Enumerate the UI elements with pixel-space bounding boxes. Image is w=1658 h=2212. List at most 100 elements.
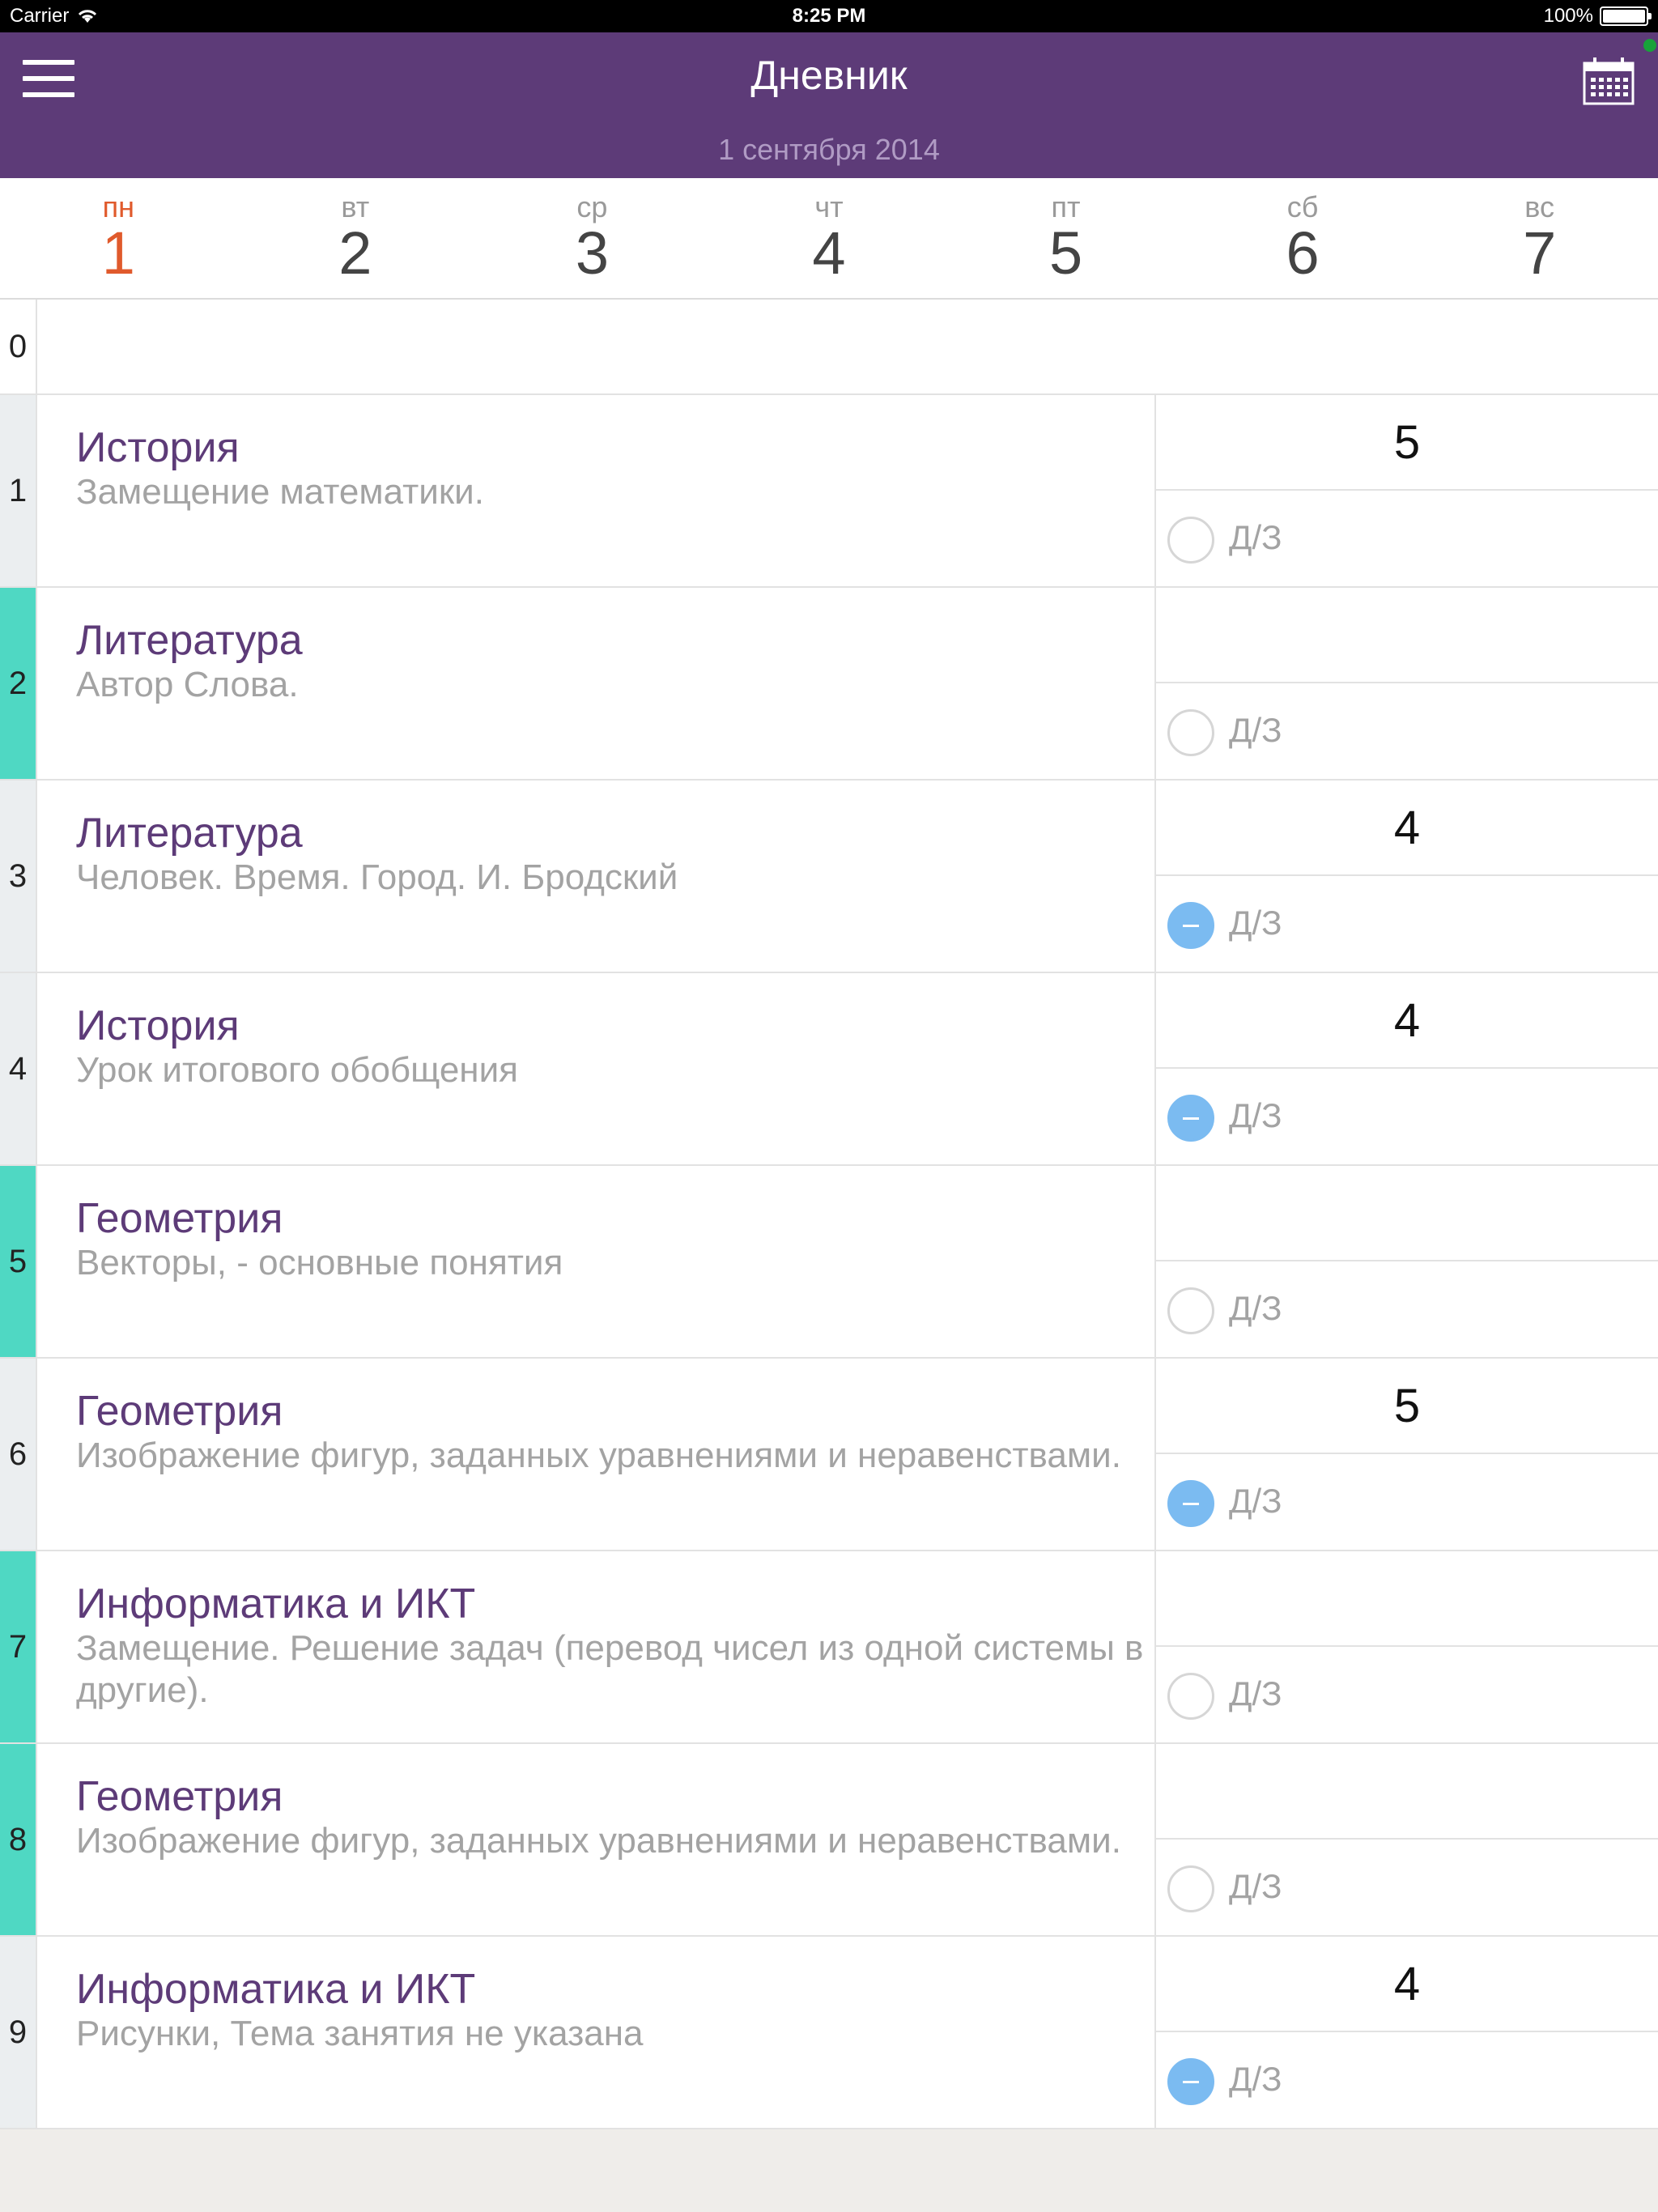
homework-empty-circle-icon[interactable]	[1167, 1865, 1214, 1912]
day-number: 7	[1523, 219, 1557, 287]
lesson-side-panel: Д/З	[1154, 1166, 1658, 1357]
lesson-side-panel: Д/З	[1154, 588, 1658, 779]
homework-label: Д/З	[1229, 711, 1282, 749]
lesson-row-empty: 0	[0, 300, 1658, 395]
homework-toggle[interactable]: Д/З	[1156, 1840, 1658, 1935]
homework-toggle[interactable]: Д/З	[1156, 1069, 1658, 1164]
day-tab-2[interactable]: вт 2	[237, 178, 474, 298]
day-of-week-label: вт	[341, 190, 370, 223]
homework-empty-circle-icon[interactable]	[1167, 1673, 1214, 1720]
page-title: Дневник	[750, 53, 908, 98]
lesson-info: Информатика и ИКТ Замещение. Решение зада…	[76, 1580, 1145, 1712]
lesson-row[interactable]: 5 Геометрия Векторы, - основные понятия Д/З	[0, 1166, 1658, 1359]
day-number: 2	[338, 219, 372, 287]
lesson-info: Литература Человек. Время. Город. И. Брод…	[76, 810, 1145, 899]
day-tab-5[interactable]: пт 5	[947, 178, 1184, 298]
day-of-week-label: чт	[814, 190, 844, 223]
homework-label: Д/З	[1229, 2060, 1282, 2098]
lesson-row[interactable]: 8 Геометрия Изображение фигур, заданных ур…	[0, 1744, 1658, 1937]
lesson-row[interactable]: 3 Литература Человек. Время. Город. И. Бро…	[0, 781, 1658, 973]
lesson-index: 5	[0, 1166, 37, 1357]
lesson-row[interactable]: 4 История Урок итогового обобщения 4 Д/З	[0, 973, 1658, 1166]
lesson-subject: Геометрия	[76, 1195, 283, 1242]
homework-toggle[interactable]: Д/З	[1156, 683, 1658, 779]
homework-label: Д/З	[1229, 1096, 1282, 1134]
lesson-topic: Автор Слова.	[76, 665, 299, 704]
day-tab-4[interactable]: чт 4	[711, 178, 948, 298]
lesson-row[interactable]: 6 Геометрия Изображение фигур, заданных ур…	[0, 1359, 1658, 1551]
day-number: 4	[812, 219, 846, 287]
day-of-week-label: вс	[1524, 190, 1555, 223]
day-tab-6[interactable]: сб 6	[1184, 178, 1422, 298]
homework-done-icon[interactable]	[1167, 1480, 1214, 1527]
homework-done-icon[interactable]	[1167, 902, 1214, 949]
battery-icon	[1600, 6, 1652, 26]
day-number: 6	[1286, 219, 1320, 287]
homework-toggle[interactable]: Д/З	[1156, 491, 1658, 586]
lesson-topic: Изображение фигур, заданных уравнениями …	[76, 1436, 1121, 1475]
homework-toggle[interactable]: Д/З	[1156, 1647, 1658, 1742]
lesson-grade: 5	[1156, 1359, 1658, 1454]
lesson-row[interactable]: 9 Информатика и ИКТ Рисунки, Тема занятия …	[0, 1937, 1658, 2129]
lesson-topic: Изображение фигур, заданных уравнениями …	[76, 1821, 1121, 1861]
day-tab-7[interactable]: вс 7	[1421, 178, 1658, 298]
lesson-side-panel: 4 Д/З	[1154, 781, 1658, 972]
lesson-grade: 4	[1156, 781, 1658, 876]
lesson-index: 9	[0, 1937, 37, 2128]
day-of-week-label: сб	[1286, 190, 1319, 223]
lesson-schedule: 0 1 История Замещение математики. 5 Д/З 2 Лите…	[0, 300, 1658, 2129]
day-number: 5	[1048, 219, 1083, 287]
lesson-info: Литература Автор Слова.	[76, 617, 1145, 706]
lesson-info: История Замещение математики.	[76, 424, 1145, 513]
homework-empty-circle-icon[interactable]	[1167, 517, 1214, 564]
lesson-info: Геометрия Изображение фигур, заданных ура…	[76, 1773, 1145, 1862]
lesson-side-panel: Д/З	[1154, 1551, 1658, 1742]
lesson-subject: Информатика и ИКТ	[76, 1966, 476, 2013]
lesson-row[interactable]: 1 История Замещение математики. 5 Д/З	[0, 395, 1658, 588]
lesson-info: Информатика и ИКТ Рисунки, Тема занятия н…	[76, 1966, 1145, 2055]
lesson-row[interactable]: 2 Литература Автор Слова. Д/З	[0, 588, 1658, 781]
day-of-week-label: пт	[1051, 190, 1081, 223]
lesson-subject: Геометрия	[76, 1388, 283, 1435]
app-header: Дневник 1 сентября 2014	[0, 32, 1658, 178]
homework-empty-circle-icon[interactable]	[1167, 1287, 1214, 1334]
current-date[interactable]: 1 сентября 2014	[0, 133, 1658, 167]
lesson-info: Геометрия Изображение фигур, заданных ура…	[76, 1388, 1145, 1477]
lesson-side-panel: 5 Д/З	[1154, 395, 1658, 586]
status-time: 8:25 PM	[792, 5, 866, 27]
lesson-topic: Векторы, - основные понятия	[76, 1243, 563, 1283]
week-strip: пн 1 вт 2 ср 3 чт 4 пт 5 сб 6 вс 7	[0, 178, 1658, 300]
lesson-row[interactable]: 7 Информатика и ИКТ Замещение. Решение зад…	[0, 1551, 1658, 1744]
lesson-grade	[1156, 1551, 1658, 1647]
day-of-week-label: пн	[102, 190, 134, 223]
homework-done-icon[interactable]	[1167, 2058, 1214, 2105]
homework-label: Д/З	[1229, 904, 1282, 942]
lesson-side-panel: 4 Д/З	[1154, 973, 1658, 1164]
day-tab-3[interactable]: ср 3	[474, 178, 711, 298]
homework-empty-circle-icon[interactable]	[1167, 709, 1214, 756]
lesson-index: 8	[0, 1744, 37, 1935]
lesson-topic: Замещение математики.	[76, 472, 484, 512]
homework-done-icon[interactable]	[1167, 1095, 1214, 1142]
lesson-topic: Замещение. Решение задач (перевод чисел …	[76, 1628, 1144, 1710]
homework-toggle[interactable]: Д/З	[1156, 1261, 1658, 1357]
day-tab-1[interactable]: пн 1	[0, 178, 237, 298]
calendar-icon[interactable]	[1582, 55, 1635, 107]
lesson-subject: Геометрия	[76, 1773, 283, 1820]
lesson-grade: 4	[1156, 1937, 1658, 2032]
lesson-side-panel: Д/З	[1154, 1744, 1658, 1935]
homework-toggle[interactable]: Д/З	[1156, 876, 1658, 972]
day-number: 3	[575, 219, 609, 287]
lesson-info: История Урок итогового обобщения	[76, 1002, 1145, 1091]
lesson-side-panel: 5 Д/З	[1154, 1359, 1658, 1550]
homework-toggle[interactable]: Д/З	[1156, 2032, 1658, 2128]
sync-indicator-dot	[1643, 39, 1656, 52]
lesson-index: 2	[0, 588, 37, 779]
lesson-index: 6	[0, 1359, 37, 1550]
lesson-grade: 5	[1156, 395, 1658, 491]
homework-label: Д/З	[1229, 1289, 1282, 1327]
lesson-subject: Литература	[76, 810, 303, 857]
day-of-week-label: ср	[576, 190, 608, 223]
homework-toggle[interactable]: Д/З	[1156, 1454, 1658, 1550]
battery-area: 100%	[1544, 5, 1652, 28]
